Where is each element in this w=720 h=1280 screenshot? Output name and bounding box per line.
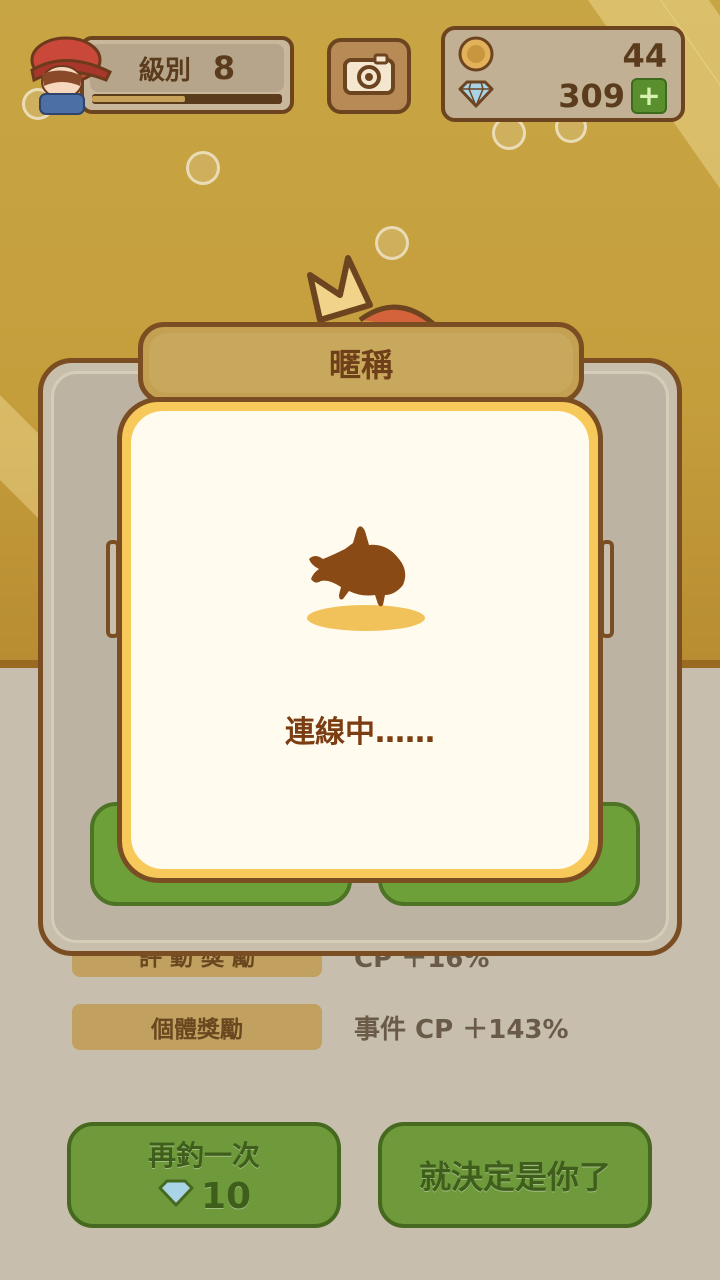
add-gems-button[interactable]: + [631, 78, 667, 114]
fish-again-cost: 10 [200, 1175, 252, 1217]
fish-silhouette-icon [299, 519, 419, 619]
connecting-popup: 連線中…… [117, 397, 603, 883]
camera-button[interactable] [327, 38, 411, 114]
level-value: 8 [212, 49, 236, 87]
xp-bar [92, 94, 282, 104]
individual-bonus-label: 個體獎勵 [72, 1004, 322, 1050]
individual-bonus-value: 事件 CP ＋143% [354, 1014, 569, 1045]
dialog-title: 暱稱 [328, 346, 393, 384]
fish-again-button[interactable]: 再釣一次 10 [67, 1122, 341, 1228]
coin-icon [457, 35, 495, 77]
diamond-icon [157, 1176, 195, 1217]
level-label: 級別 [138, 55, 191, 86]
fish-again-label: 再釣一次 [147, 1138, 260, 1172]
diamond-icon [457, 79, 495, 113]
coin-count: 44 [622, 37, 667, 75]
player-avatar[interactable] [26, 20, 113, 116]
decide-label: 就決定是你了 [418, 1158, 611, 1196]
currency-panel: 44 309 + [441, 26, 685, 122]
connecting-text: 連線中…… [285, 715, 435, 750]
dialog-title-tab: 暱稱 [138, 322, 584, 404]
camera-icon [342, 52, 396, 100]
level-display: 級別 8 [80, 36, 294, 114]
decide-button[interactable]: 就決定是你了 [378, 1122, 652, 1228]
gem-count: 309 [558, 77, 625, 115]
